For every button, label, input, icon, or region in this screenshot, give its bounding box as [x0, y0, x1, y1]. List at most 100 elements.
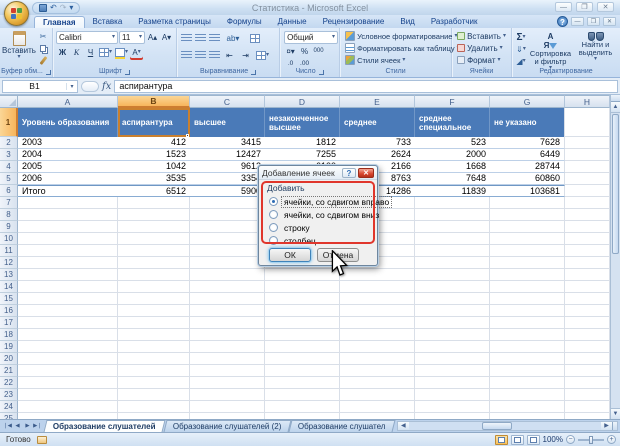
cell-F7[interactable]	[415, 197, 490, 209]
underline-button[interactable]: Ч	[84, 46, 97, 58]
row-header-16[interactable]: 16	[0, 305, 18, 317]
cell-E20[interactable]	[340, 353, 415, 365]
cell-A21[interactable]	[18, 365, 118, 377]
macro-record-icon[interactable]	[36, 435, 47, 444]
row-header-13[interactable]: 13	[0, 269, 18, 281]
row-header-4[interactable]: 4	[0, 161, 18, 173]
cell-F17[interactable]	[415, 317, 490, 329]
row-header-2[interactable]: 2	[0, 137, 18, 149]
delete-cells-button[interactable]: Удалить ▾	[455, 42, 508, 54]
cell-C23[interactable]	[190, 389, 265, 401]
cell-C19[interactable]	[190, 341, 265, 353]
cell-A6[interactable]: Итого	[18, 185, 118, 197]
cell-H24[interactable]	[565, 401, 610, 413]
ribbon-tab-2[interactable]: Вставка	[85, 16, 131, 28]
fill-button[interactable]: ⇓ ▾	[514, 44, 528, 55]
row-header-5[interactable]: 5	[0, 173, 18, 185]
ribbon-tab-6[interactable]: Рецензирование	[315, 16, 393, 28]
align-right-icon[interactable]	[209, 51, 220, 59]
clear-button[interactable]: ◢ ▾	[514, 56, 528, 67]
cell-F4[interactable]: 1668	[415, 161, 490, 173]
zoom-in-icon[interactable]: +	[607, 435, 616, 444]
copy-button[interactable]	[36, 43, 50, 54]
cell-E23[interactable]	[340, 389, 415, 401]
row-header-14[interactable]: 14	[0, 281, 18, 293]
horizontal-scrollbar[interactable]: ◀ ▶	[396, 421, 618, 431]
cell-C16[interactable]	[190, 305, 265, 317]
align-middle-icon[interactable]	[195, 34, 206, 42]
cell-B22[interactable]	[118, 377, 190, 389]
cell-H15[interactable]	[565, 293, 610, 305]
cell-A12[interactable]	[18, 257, 118, 269]
cell-F11[interactable]	[415, 245, 490, 257]
cell-A22[interactable]	[18, 377, 118, 389]
minimize-button[interactable]: —	[555, 2, 572, 12]
row-header-8[interactable]: 8	[0, 209, 18, 221]
cell-H18[interactable]	[565, 329, 610, 341]
cell-G3[interactable]: 6449	[490, 149, 565, 161]
percent-button[interactable]: %	[298, 45, 311, 57]
cell-B23[interactable]	[118, 389, 190, 401]
row-header-7[interactable]: 7	[0, 197, 18, 209]
ribbon-tab-4[interactable]: Формулы	[219, 16, 270, 28]
cell-B21[interactable]	[118, 365, 190, 377]
cell-B24[interactable]	[118, 401, 190, 413]
zoom-out-icon[interactable]: −	[566, 435, 575, 444]
paste-button[interactable]: Вставить ▾	[2, 29, 36, 67]
select-all-corner[interactable]	[0, 95, 18, 108]
find-select-button[interactable]: Найти и выделить ▾	[573, 30, 618, 67]
cell-F15[interactable]	[415, 293, 490, 305]
decrease-indent-button[interactable]: ⇤	[223, 49, 236, 61]
cell-F24[interactable]	[415, 401, 490, 413]
cell-D21[interactable]	[265, 365, 340, 377]
row-header-11[interactable]: 11	[0, 245, 18, 257]
cell-C20[interactable]	[190, 353, 265, 365]
cell-A20[interactable]	[18, 353, 118, 365]
cell-C1[interactable]: высшее	[190, 108, 265, 137]
next-sheet-icon[interactable]: ▶	[23, 423, 32, 429]
cell-F9[interactable]	[415, 221, 490, 233]
cell-C17[interactable]	[190, 317, 265, 329]
cell-B17[interactable]	[118, 317, 190, 329]
cell-G16[interactable]	[490, 305, 565, 317]
cell-H17[interactable]	[565, 317, 610, 329]
zoom-slider-thumb[interactable]	[589, 435, 593, 444]
row-header-19[interactable]: 19	[0, 341, 18, 353]
cell-F18[interactable]	[415, 329, 490, 341]
sheet-tab-3[interactable]: Образование слушател	[288, 420, 396, 432]
cell-G15[interactable]	[490, 293, 565, 305]
bold-button[interactable]: Ж	[56, 46, 69, 58]
cell-F23[interactable]	[415, 389, 490, 401]
cell-F2[interactable]: 523	[415, 137, 490, 149]
cell-F22[interactable]	[415, 377, 490, 389]
row-header-15[interactable]: 15	[0, 293, 18, 305]
align-top-icon[interactable]	[181, 34, 192, 42]
cell-B15[interactable]	[118, 293, 190, 305]
cell-D22[interactable]	[265, 377, 340, 389]
grow-font-button[interactable]: A▴	[146, 32, 159, 44]
cell-H3[interactable]	[565, 149, 610, 161]
cell-H16[interactable]	[565, 305, 610, 317]
workbook-restore-button[interactable]: ❐	[587, 17, 600, 26]
ribbon-tab-1[interactable]: Главная	[34, 16, 85, 28]
cell-C5[interactable]: 3354	[190, 173, 265, 185]
cell-styles-button[interactable]: Стили ячеек ▾	[343, 54, 448, 66]
dialog-close-icon[interactable]: ✕	[358, 167, 374, 178]
cell-E1[interactable]: среднее	[340, 108, 415, 137]
cell-F5[interactable]: 7648	[415, 173, 490, 185]
cell-E13[interactable]	[340, 269, 415, 281]
cell-C4[interactable]: 9612	[190, 161, 265, 173]
cell-H4[interactable]	[565, 161, 610, 173]
cell-D2[interactable]: 1812	[265, 137, 340, 149]
cell-G8[interactable]	[490, 209, 565, 221]
tab-split-handle[interactable]	[612, 422, 617, 430]
merge-center-button[interactable]: ▾	[255, 49, 270, 61]
cell-C14[interactable]	[190, 281, 265, 293]
cell-B1[interactable]: аспирантура	[118, 108, 190, 137]
scroll-left-icon[interactable]: ◀	[397, 422, 409, 430]
cell-A2[interactable]: 2003	[18, 137, 118, 149]
cell-E18[interactable]	[340, 329, 415, 341]
cell-H13[interactable]	[565, 269, 610, 281]
cell-B2[interactable]: 412	[118, 137, 190, 149]
cell-F8[interactable]	[415, 209, 490, 221]
